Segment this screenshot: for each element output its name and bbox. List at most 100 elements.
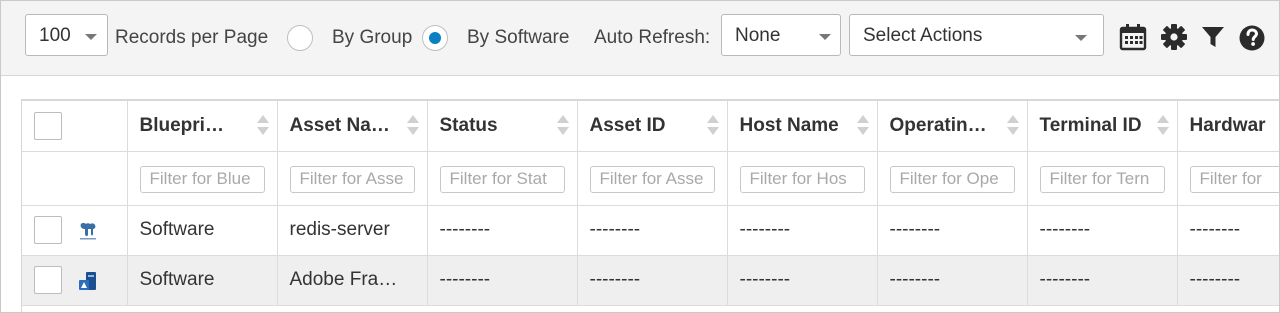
software-assets-panel: 100 Records per Page By Group By Softwar…: [0, 0, 1280, 313]
cell-text: --------: [739, 268, 791, 290]
sort-icon[interactable]: [406, 115, 419, 137]
select-all-checkbox[interactable]: [34, 112, 62, 140]
column-label: Hardwar: [1189, 115, 1266, 136]
filter-icon[interactable]: [1198, 22, 1228, 52]
cell-blueprint: Software: [127, 255, 278, 306]
cell-text: Adobe Fra…: [289, 268, 398, 290]
filter-input-asset-name[interactable]: [289, 165, 415, 193]
filter-cell: [427, 151, 578, 206]
filter-input-hardware[interactable]: [1189, 165, 1279, 193]
column-label: Bluepri…: [139, 115, 224, 136]
column-header-terminal-id[interactable]: Terminal ID: [1027, 101, 1178, 152]
cell-operating-system: --------: [877, 205, 1028, 256]
filter-cell: [727, 151, 878, 206]
sort-icon[interactable]: [1156, 115, 1169, 137]
cell-asset-name: Adobe Fra…: [277, 255, 428, 306]
column-header-blueprint[interactable]: Bluepri…: [127, 101, 278, 152]
sort-icon[interactable]: [556, 115, 569, 137]
column-label: Terminal ID: [1039, 115, 1142, 136]
column-header-host-name[interactable]: Host Name: [727, 101, 878, 152]
cell-operating-system: --------: [877, 255, 1028, 306]
calendar-icon[interactable]: [1118, 22, 1148, 52]
cell-host-name: --------: [727, 255, 878, 306]
cell-text: --------: [589, 268, 641, 290]
filter-cell: [1177, 151, 1279, 206]
table-row[interactable]: Software redis-server -------- -------- …: [22, 205, 1279, 256]
column-label: Asset Na…: [289, 115, 390, 136]
select-actions-dropdown[interactable]: Select Actions: [849, 14, 1104, 56]
help-icon[interactable]: [1237, 22, 1267, 52]
cell-text: --------: [439, 218, 491, 240]
by-group-label: By Group: [332, 27, 413, 48]
row-select-cell: [22, 205, 128, 256]
filter-row: [22, 151, 1279, 206]
filter-cell: [577, 151, 728, 206]
auto-refresh-value: None: [735, 25, 781, 46]
sort-icon[interactable]: [256, 115, 269, 137]
by-software-label: By Software: [467, 27, 570, 48]
row-checkbox[interactable]: [34, 265, 62, 294]
filter-input-terminal-id[interactable]: [1039, 165, 1165, 193]
records-per-page-value: 100: [39, 25, 71, 46]
filter-cell: [127, 151, 278, 206]
select-all-header: [22, 101, 128, 152]
cell-host-name: --------: [727, 205, 878, 256]
cell-text: redis-server: [289, 218, 390, 240]
by-group-radio[interactable]: [287, 25, 313, 51]
column-header-operating-system[interactable]: Operatin…: [877, 101, 1028, 152]
cell-text: --------: [1039, 268, 1091, 290]
cell-text: Software: [139, 218, 215, 240]
column-label: Host Name: [739, 115, 839, 136]
column-header-asset-name[interactable]: Asset Na…: [277, 101, 428, 152]
column-header-status[interactable]: Status: [427, 101, 578, 152]
filter-input-status[interactable]: [439, 165, 565, 193]
adobe-software-icon: [79, 271, 96, 290]
filter-cell: [1027, 151, 1178, 206]
assets-table: Bluepri… Asset Na… Status Asset ID Host …: [21, 99, 1279, 312]
column-header-asset-id[interactable]: Asset ID: [577, 101, 728, 152]
chevron-down-icon: [85, 34, 97, 40]
cell-text: --------: [739, 218, 791, 240]
cell-text: --------: [1189, 268, 1241, 290]
cell-text: Software: [139, 268, 215, 290]
radio-selected-dot: [429, 32, 441, 44]
column-label: Operatin…: [889, 115, 987, 136]
cell-asset-name: redis-server: [277, 205, 428, 256]
filter-input-operating-system[interactable]: [889, 165, 1015, 193]
chevron-down-icon: [819, 34, 831, 40]
cell-terminal-id: --------: [1027, 205, 1178, 256]
column-label: Status: [439, 115, 498, 136]
cell-text: --------: [1039, 218, 1091, 240]
column-header-hardware[interactable]: Hardwar: [1177, 101, 1279, 152]
filter-input-asset-id[interactable]: [589, 165, 715, 193]
gear-icon[interactable]: [1159, 22, 1189, 52]
cell-text: --------: [439, 268, 491, 290]
filter-input-host-name[interactable]: [739, 165, 865, 193]
auto-refresh-label: Auto Refresh:: [594, 27, 711, 48]
header-row: Bluepri… Asset Na… Status Asset ID Host …: [22, 101, 1279, 152]
row-select-cell: [22, 255, 128, 306]
cell-status: --------: [427, 255, 578, 306]
table-row[interactable]: Software Adobe Fra… -------- -------- --…: [22, 255, 1279, 306]
filter-cell-empty: [22, 151, 128, 206]
cell-status: --------: [427, 205, 578, 256]
toolbar: 100 Records per Page By Group By Softwar…: [1, 1, 1279, 76]
cell-hardware: --------: [1177, 205, 1279, 256]
by-software-radio[interactable]: [422, 25, 448, 51]
sort-icon[interactable]: [706, 115, 719, 137]
chevron-down-icon: [1075, 35, 1087, 41]
cell-blueprint: Software: [127, 205, 278, 256]
row-checkbox[interactable]: [34, 215, 62, 244]
records-per-page-label: Records per Page: [115, 27, 269, 48]
select-actions-placeholder: Select Actions: [863, 25, 983, 46]
column-label: Asset ID: [589, 115, 666, 136]
filter-input-blueprint[interactable]: [139, 165, 265, 193]
auto-refresh-select[interactable]: None: [721, 14, 841, 56]
cell-asset-id: --------: [577, 205, 728, 256]
cell-hardware: --------: [1177, 255, 1279, 306]
records-per-page-select[interactable]: 100: [25, 14, 108, 56]
sort-icon[interactable]: [1006, 115, 1019, 137]
sort-icon[interactable]: [856, 115, 869, 137]
cell-text: --------: [889, 218, 941, 240]
cell-text: --------: [589, 218, 641, 240]
